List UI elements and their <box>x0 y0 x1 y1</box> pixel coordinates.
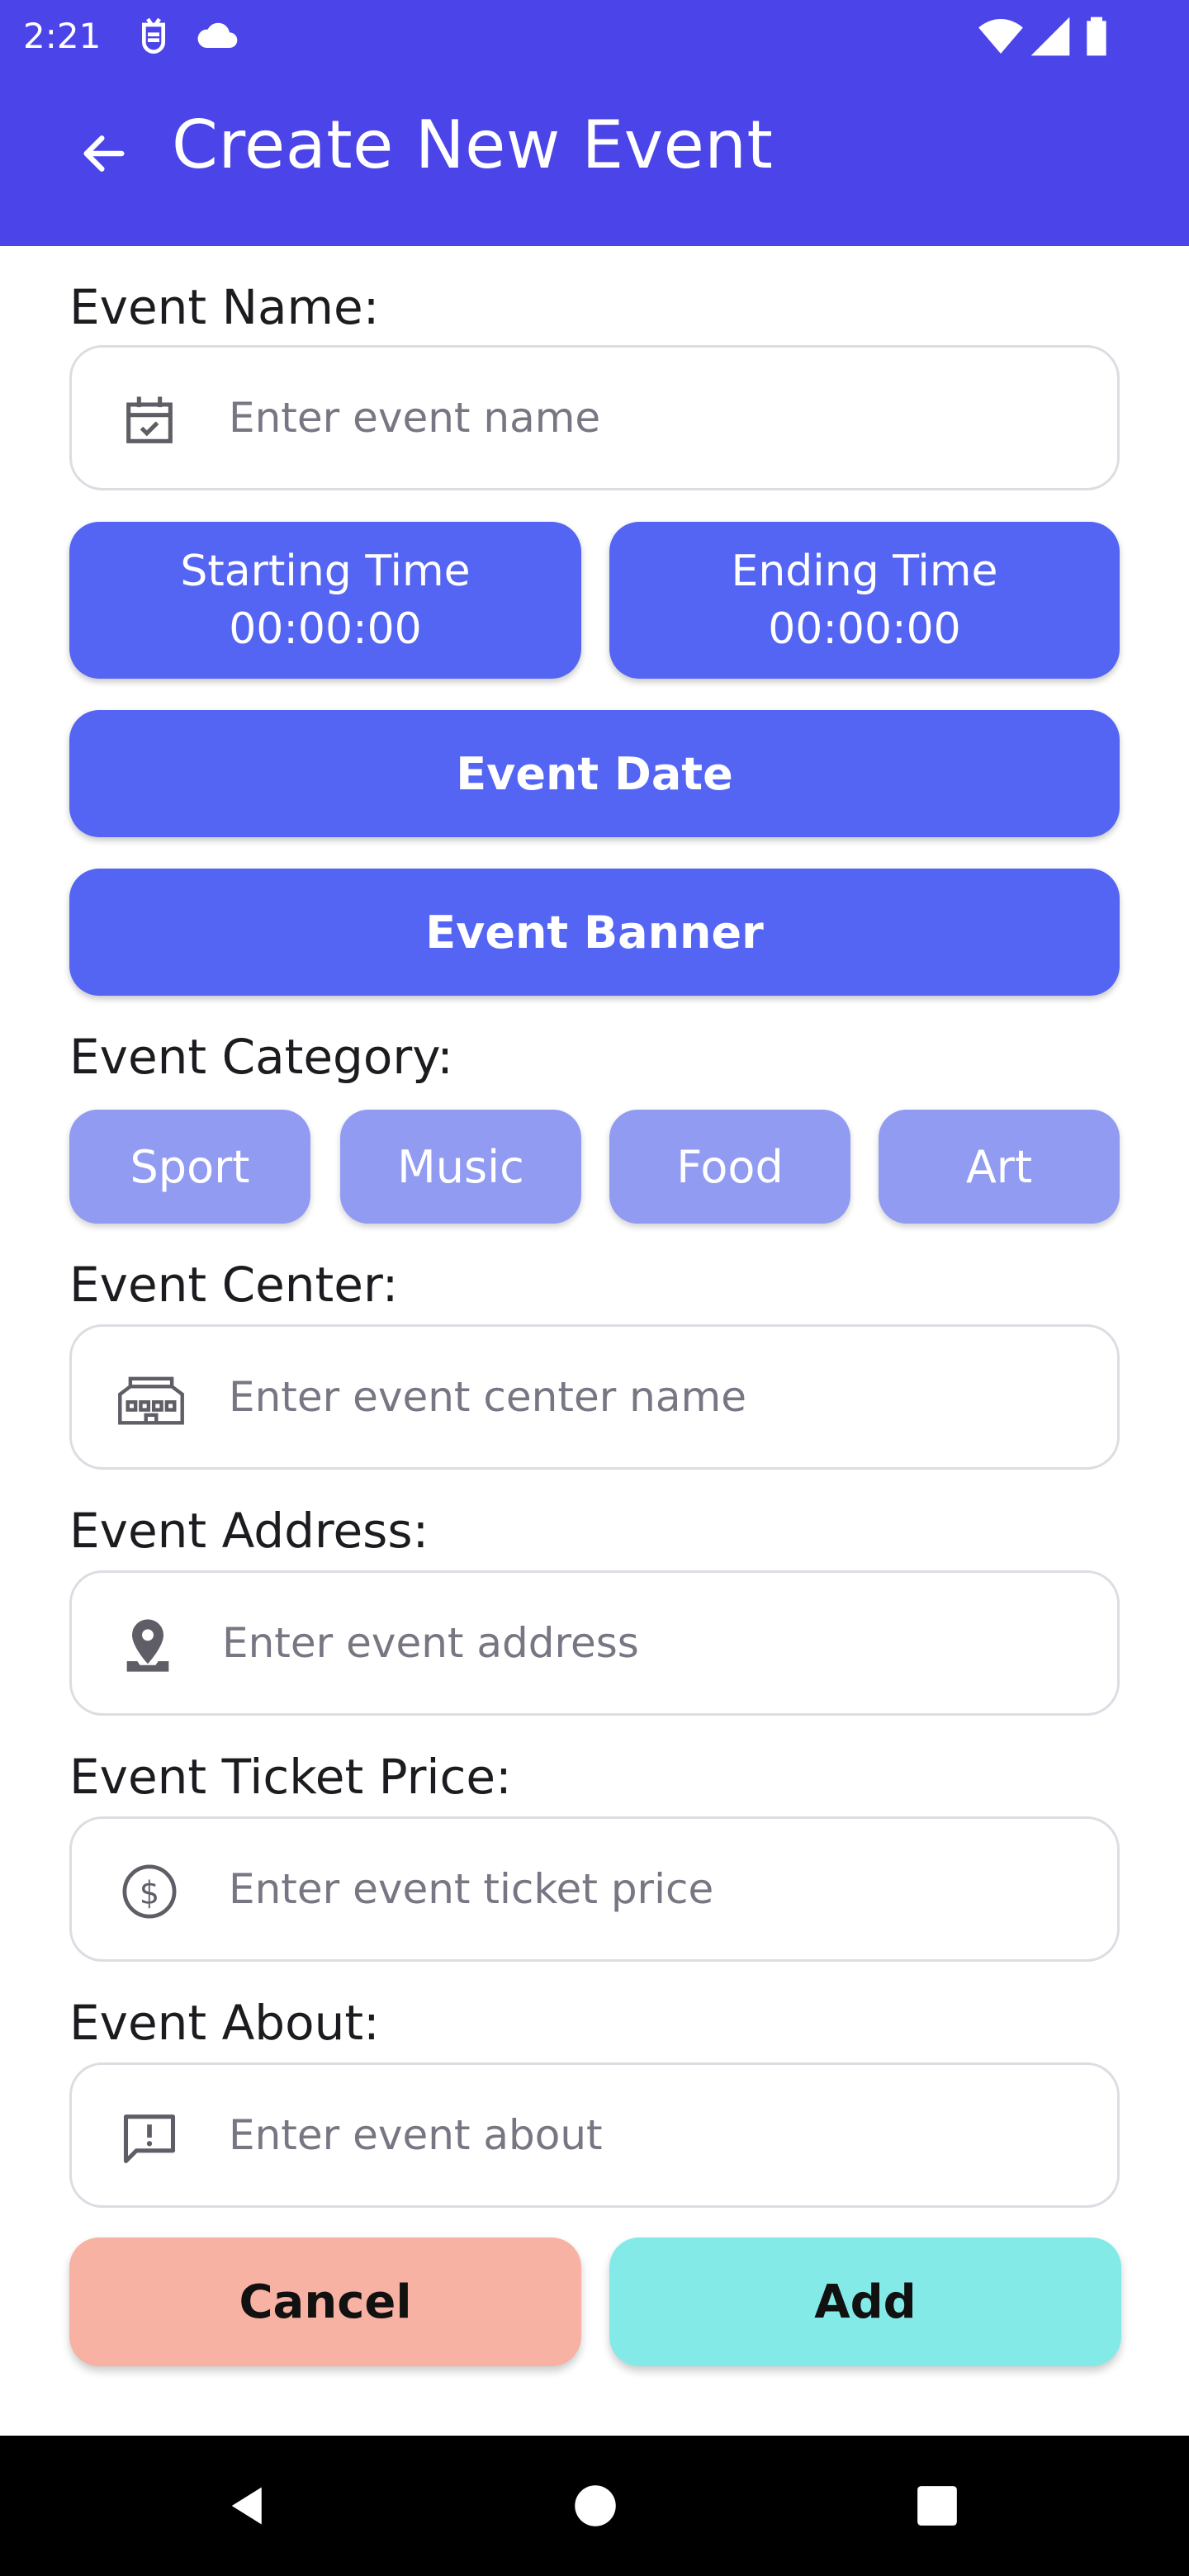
event-address-label: Event Address: <box>69 1503 429 1559</box>
top-app-bar: 2:21 Create New Event <box>0 0 1189 246</box>
debug-icon <box>130 13 177 59</box>
signal-icon <box>1027 13 1073 59</box>
starting-time-button[interactable]: Starting Time 00:00:00 <box>69 522 581 679</box>
event-about-field[interactable] <box>69 2062 1120 2208</box>
wifi-icon <box>978 13 1024 59</box>
event-center-label: Event Center: <box>69 1257 399 1313</box>
event-address-input[interactable] <box>222 1606 1064 1680</box>
system-nav-bar <box>0 2436 1189 2576</box>
event-date-button[interactable]: Event Date <box>69 710 1120 837</box>
home-circle-icon <box>575 2485 616 2526</box>
back-triangle-icon <box>231 2487 262 2525</box>
battery-icon <box>1073 13 1120 59</box>
nav-recents-button[interactable] <box>900 2469 974 2543</box>
starting-time-value: 00:00:00 <box>229 604 422 654</box>
event-category-label: Event Category: <box>69 1029 453 1085</box>
starting-time-label: Starting Time <box>180 547 471 596</box>
event-center-input[interactable] <box>229 1360 1071 1434</box>
dollar-icon: $ <box>118 1860 181 1923</box>
feedback-icon <box>118 2106 181 2169</box>
event-name-label: Event Name: <box>69 279 380 335</box>
event-check-icon <box>118 389 181 452</box>
event-about-label: Event About: <box>69 1995 380 2051</box>
building-icon <box>115 1368 187 1431</box>
nav-home-button[interactable] <box>558 2469 632 2543</box>
ticket-price-label: Event Ticket Price: <box>69 1749 512 1805</box>
nav-back-button[interactable] <box>211 2469 286 2543</box>
category-chip-food[interactable]: Food <box>609 1110 850 1224</box>
event-name-input[interactable] <box>229 381 1071 455</box>
arrow-back-icon <box>83 135 125 172</box>
location-pin-icon <box>116 1614 179 1677</box>
category-chip-sport[interactable]: Sport <box>69 1110 310 1224</box>
ending-time-value: 00:00:00 <box>768 604 961 654</box>
cloud-icon <box>195 13 241 59</box>
category-chip-music[interactable]: Music <box>340 1110 581 1224</box>
event-about-input[interactable] <box>229 2098 1071 2172</box>
status-time: 2:21 <box>23 16 102 56</box>
page-title: Create New Event <box>172 107 774 183</box>
ticket-price-input[interactable] <box>229 1852 1071 1926</box>
recents-square-icon <box>917 2486 957 2526</box>
event-name-field[interactable] <box>69 345 1120 490</box>
cancel-button[interactable]: Cancel <box>69 2237 581 2366</box>
event-address-field[interactable] <box>69 1570 1120 1716</box>
back-button[interactable] <box>64 114 144 193</box>
add-button[interactable]: Add <box>609 2237 1121 2366</box>
event-center-field[interactable] <box>69 1324 1120 1470</box>
ending-time-button[interactable]: Ending Time 00:00:00 <box>609 522 1120 679</box>
ticket-price-field[interactable]: $ <box>69 1816 1120 1962</box>
svg-text:$: $ <box>140 1874 159 1911</box>
category-chip-art[interactable]: Art <box>879 1110 1120 1224</box>
status-bar: 2:21 <box>0 0 1189 73</box>
ending-time-label: Ending Time <box>731 547 998 596</box>
event-banner-button[interactable]: Event Banner <box>69 869 1120 996</box>
